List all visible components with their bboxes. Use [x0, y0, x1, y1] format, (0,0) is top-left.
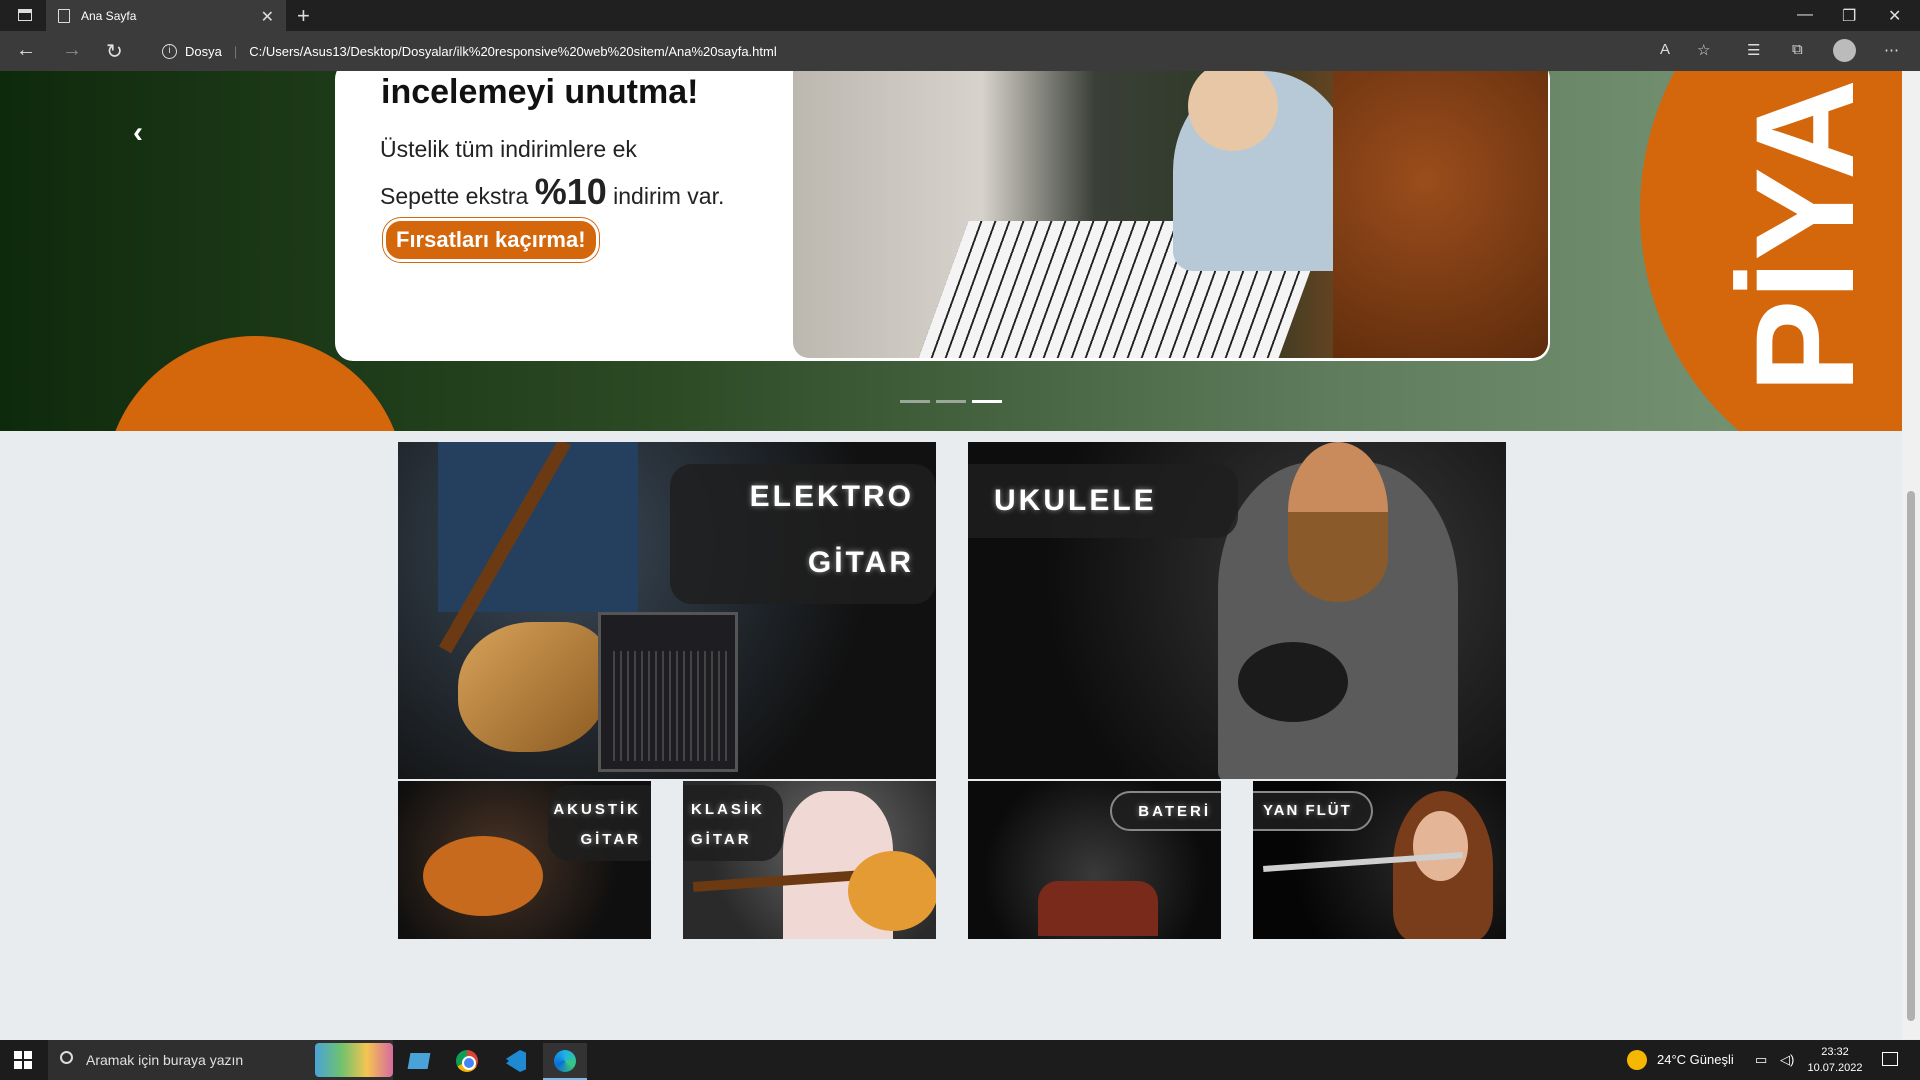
bass-guitar: [458, 622, 608, 752]
label-background: [548, 785, 651, 861]
tab-bar: Ana Sayfa ✕ + — ❐ ✕: [0, 0, 1920, 31]
network-icon[interactable]: ▭: [1755, 1052, 1767, 1068]
cta-button[interactable]: Fırsatları kaçırma!: [383, 218, 599, 262]
category-label: GİTAR: [691, 831, 752, 848]
document-icon: [58, 8, 70, 23]
chrome-icon: [456, 1050, 478, 1072]
slide-indicators: [900, 400, 1002, 403]
url-text[interactable]: C:/Users/Asus13/Desktop/Dosyalar/ilk%20r…: [249, 44, 776, 59]
category-label: GİTAR: [580, 831, 641, 848]
slide-indicator[interactable]: [936, 400, 966, 403]
vscode-app[interactable]: [494, 1043, 538, 1080]
ukulele-body: [1238, 642, 1348, 722]
pc-icon: [407, 1053, 431, 1069]
slide-indicator[interactable]: [900, 400, 930, 403]
restore-button[interactable]: ❐: [1842, 6, 1856, 26]
slide-text-pre: Sepette ekstra: [380, 183, 535, 209]
divider: |: [233, 43, 238, 59]
edge-icon: [554, 1050, 576, 1072]
search-icon: [60, 1051, 73, 1064]
url-box[interactable]: i Dosya | C:/Users/Asus13/Desktop/Dosyal…: [148, 36, 1688, 66]
classical-guitar: [848, 851, 936, 931]
player-face: [1413, 811, 1468, 881]
category-label: AKUSTİK: [553, 801, 641, 818]
avatar[interactable]: [1833, 39, 1856, 62]
slide-text: Sepette ekstra %10 indirim var.: [380, 171, 724, 213]
player-shirt: [438, 442, 638, 612]
label-background: [683, 785, 783, 861]
address-bar: ← → ↻ i Dosya | C:/Users/Asus13/Desktop/…: [0, 31, 1920, 71]
category-label: ELEKTRO: [749, 480, 914, 513]
add-favorite-icon[interactable]: ☆: [1697, 41, 1710, 59]
category-akustik-gitar[interactable]: AKUSTİK GİTAR: [398, 781, 651, 939]
slide-indicator-active[interactable]: [972, 400, 1002, 403]
prev-slide-button[interactable]: ‹: [133, 116, 143, 150]
slide-text: Üstelik tüm indirimlere ek: [380, 136, 637, 162]
category-label: KLASİK: [691, 801, 765, 818]
piano-photo: [793, 71, 1548, 358]
amp-grill: [613, 651, 727, 761]
drum-kit: [1038, 881, 1158, 936]
close-tab-icon[interactable]: ✕: [261, 7, 274, 27]
volume-icon[interactable]: ◁): [1780, 1052, 1794, 1068]
category-ukulele[interactable]: UKULELE: [968, 442, 1506, 779]
category-bateri[interactable]: BATERİ: [968, 781, 1221, 939]
edge-app[interactable]: [543, 1043, 587, 1080]
notification-icon[interactable]: [1882, 1052, 1898, 1066]
favorites-icon[interactable]: ☰: [1747, 41, 1760, 59]
forward-icon[interactable]: →: [62, 39, 82, 62]
category-label: YAN FLÜT: [1263, 802, 1352, 819]
windows-start-icon[interactable]: [14, 1051, 32, 1069]
vscode-icon: [506, 1050, 526, 1072]
collections-icon[interactable]: ⧉: [1792, 41, 1803, 58]
file-explorer-app[interactable]: [397, 1043, 441, 1080]
clock-date: 10.07.2022: [1807, 1062, 1863, 1074]
refresh-icon[interactable]: ↻: [106, 39, 123, 64]
category-label: GİTAR: [807, 546, 914, 579]
search-placeholder: Aramak için buraya yazın: [86, 1052, 244, 1068]
new-tab-button[interactable]: +: [297, 3, 310, 29]
slide-text-post: indirim var.: [606, 183, 725, 209]
search-highlight-image: [315, 1043, 393, 1077]
taskbar-search[interactable]: Aramak için buraya yazın: [48, 1040, 393, 1080]
workspaces-icon[interactable]: [18, 9, 32, 21]
slide-heading: incelemeyi unutma!: [381, 73, 699, 111]
minimize-button[interactable]: —: [1797, 6, 1813, 24]
adult-sweater: [1333, 71, 1548, 358]
info-icon[interactable]: i: [162, 43, 177, 59]
scrollbar-thumb[interactable]: [1907, 491, 1915, 1021]
chrome-app[interactable]: [445, 1043, 489, 1080]
category-yan-flut[interactable]: YAN FLÜT: [1253, 781, 1506, 939]
clock-time: 23:32: [1821, 1046, 1849, 1058]
security-label: Dosya: [185, 43, 222, 59]
slide-card: incelemeyi unutma! Üstelik tüm indirimle…: [335, 71, 1550, 361]
acoustic-guitar: [423, 836, 543, 916]
side-heading: PİYA: [1726, 79, 1883, 393]
read-aloud-icon[interactable]: A: [1660, 41, 1670, 58]
category-klasik-gitar[interactable]: KLASİK GİTAR: [683, 781, 936, 939]
taskbar: Aramak için buraya yazın 24°C Güneşli ▭ …: [0, 1040, 1920, 1080]
hero-slider: PİYA ‹ incelemeyi unutma! Üstelik tüm in…: [0, 71, 1902, 431]
amplifier: [598, 612, 738, 772]
category-label: UKULELE: [994, 484, 1157, 517]
tab-title: Ana Sayfa: [81, 8, 137, 23]
system-clock[interactable]: 23:32 10.07.2022: [1805, 1044, 1865, 1076]
discount-value: %10: [534, 171, 607, 212]
player-beard: [1288, 512, 1388, 602]
close-window-button[interactable]: ✕: [1888, 6, 1901, 26]
more-menu-icon[interactable]: ⋯: [1884, 41, 1899, 59]
category-label: BATERİ: [1138, 803, 1211, 820]
page-scrollbar[interactable]: [1902, 71, 1920, 1039]
category-elektro-gitar[interactable]: ELEKTRO GİTAR: [398, 442, 936, 779]
weather-icon[interactable]: [1627, 1050, 1647, 1070]
browser-tab[interactable]: Ana Sayfa ✕: [46, 0, 286, 31]
weather-text[interactable]: 24°C Güneşli: [1657, 1052, 1734, 1067]
back-icon[interactable]: ←: [16, 39, 36, 62]
